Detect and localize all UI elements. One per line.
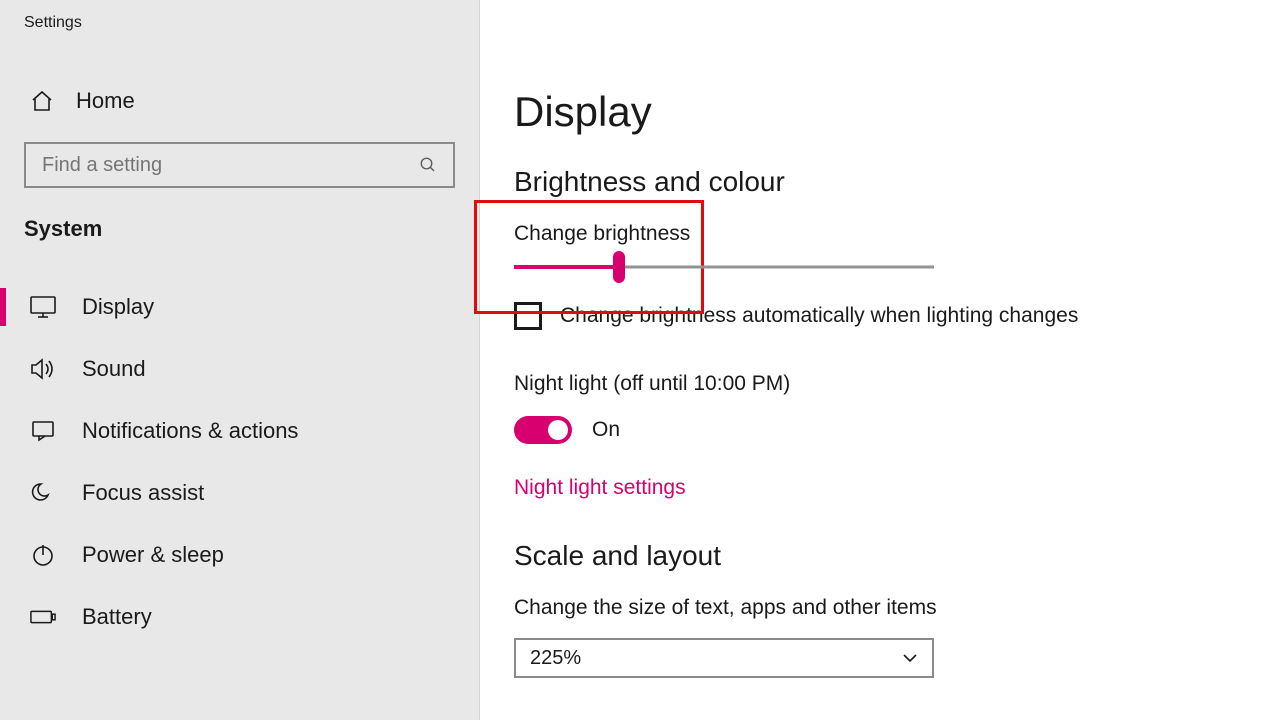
sidebar-item-label: Sound (82, 356, 146, 382)
slider-thumb[interactable] (613, 251, 625, 283)
sidebar-item-focus-assist[interactable]: Focus assist (0, 462, 479, 524)
notification-icon (30, 418, 56, 444)
sidebar-item-sound[interactable]: Sound (0, 338, 479, 400)
sidebar-section-label: System (0, 216, 479, 242)
sidebar-item-label: Battery (82, 604, 152, 630)
brightness-slider[interactable] (514, 264, 934, 270)
power-icon (30, 542, 56, 568)
sidebar: Settings Home System (0, 0, 480, 720)
home-icon (30, 89, 54, 113)
app-title: Settings (0, 14, 479, 80)
slider-fill (514, 265, 619, 269)
scale-value: 225% (530, 647, 581, 670)
moon-icon (30, 480, 56, 506)
annotation-highlight (474, 200, 704, 314)
sidebar-item-display[interactable]: Display (0, 276, 479, 338)
sidebar-item-power-sleep[interactable]: Power & sleep (0, 524, 479, 586)
night-light-label: Night light (off until 10:00 PM) (514, 372, 1240, 396)
main-content: Display Brightness and colour Change bri… (480, 0, 1280, 720)
scale-section-heading: Scale and layout (514, 540, 1240, 572)
sidebar-item-notifications[interactable]: Notifications & actions (0, 400, 479, 462)
search-box[interactable] (24, 142, 455, 188)
sidebar-item-battery[interactable]: Battery (0, 586, 479, 648)
auto-brightness-checkbox[interactable] (514, 302, 542, 330)
night-light-toggle[interactable] (514, 416, 572, 444)
scale-dropdown[interactable]: 225% (514, 638, 934, 678)
battery-icon (30, 604, 56, 630)
night-light-settings-link[interactable]: Night light settings (514, 476, 686, 500)
night-light-state: On (592, 418, 620, 442)
monitor-icon (30, 294, 56, 320)
speaker-icon (30, 356, 56, 382)
brightness-section-heading: Brightness and colour (514, 166, 1240, 198)
search-icon (419, 156, 437, 174)
home-nav[interactable]: Home (0, 80, 479, 122)
search-container (24, 142, 455, 188)
scale-label: Change the size of text, apps and other … (514, 596, 1240, 620)
chevron-down-icon (902, 653, 918, 663)
sidebar-item-label: Notifications & actions (82, 418, 298, 444)
change-brightness-label: Change brightness (514, 222, 1240, 246)
sidebar-item-label: Display (82, 294, 154, 320)
sidebar-item-label: Power & sleep (82, 542, 224, 568)
search-input[interactable] (42, 154, 362, 177)
auto-brightness-label: Change brightness automatically when lig… (560, 304, 1078, 328)
home-label: Home (76, 88, 135, 114)
toggle-knob (548, 420, 568, 440)
page-title: Display (514, 88, 1240, 136)
sidebar-item-label: Focus assist (82, 480, 204, 506)
